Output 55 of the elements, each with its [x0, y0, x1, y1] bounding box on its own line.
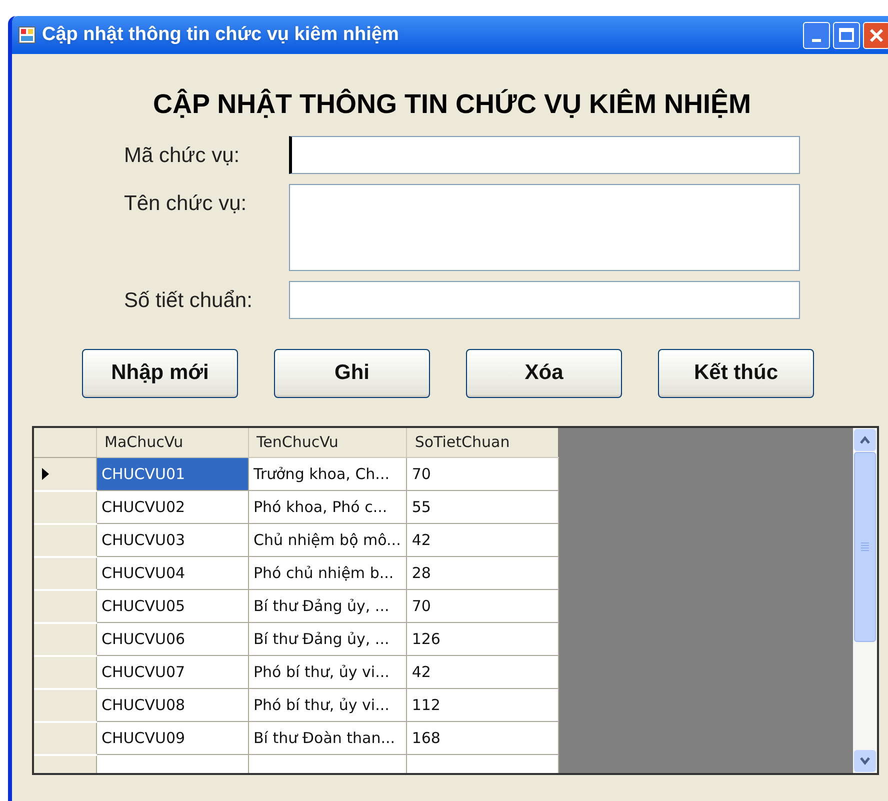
form-button[interactable]: Xóa [466, 348, 622, 398]
field-label: Số tiết chuẩn: [124, 288, 254, 314]
table-cell[interactable]: 28 [406, 556, 558, 590]
input-field[interactable] [289, 184, 800, 270]
table-cell[interactable]: 42 [406, 656, 558, 688]
table-cell[interactable]: Trưởng khoa, Ch... [248, 458, 406, 490]
table-cell[interactable]: CHUCVU08 [96, 688, 248, 722]
scroll-down-button[interactable] [854, 750, 876, 772]
table-cell[interactable]: CHUCVU07 [96, 656, 248, 688]
field-label: Mã chức vụ: [124, 142, 241, 168]
maximize-button[interactable] [833, 22, 860, 48]
table-cell[interactable]: 112 [406, 688, 558, 722]
table-cell[interactable]: Bí thư Đoàn than... [248, 722, 406, 754]
scroll-up-button[interactable] [854, 428, 876, 450]
table-cell[interactable]: CHUCVU05 [96, 590, 248, 622]
table-cell[interactable]: CHUCVU03 [96, 524, 248, 556]
close-icon [869, 28, 884, 42]
form-heading: CẬP NHẬT THÔNG TIN CHỨC VỤ KIÊM NHIỆM [152, 88, 752, 121]
table-cell[interactable]: Chủ nhiệm bộ mô... [248, 524, 406, 556]
row-header[interactable] [34, 458, 96, 490]
scroll-thumb[interactable] [854, 452, 876, 642]
app-icon [18, 26, 36, 44]
table-cell[interactable]: Phó khoa, Phó c... [248, 490, 406, 524]
chevron-down-icon [859, 756, 871, 764]
input-field[interactable] [289, 136, 800, 174]
chevron-up-icon [859, 436, 871, 444]
form-button[interactable]: Kết thúc [658, 348, 814, 398]
table-cell[interactable]: Phó bí thư, ủy vi... [248, 688, 406, 722]
form-button[interactable]: Ghi [274, 348, 430, 398]
table-cell[interactable]: CHUCVU09 [96, 722, 248, 754]
table-cell[interactable]: Phó chủ nhiệm b... [248, 556, 406, 590]
table-cell[interactable]: 55 [406, 490, 558, 524]
table-cell[interactable]: CHUCVU01 [96, 458, 248, 490]
table-cell[interactable]: 168 [406, 722, 558, 754]
vertical-scrollbar[interactable] [853, 428, 877, 772]
table-cell[interactable]: CHUCVU06 [96, 622, 248, 656]
table-cell[interactable]: Bí thư Đảng ủy, ... [248, 590, 406, 622]
input-field[interactable] [289, 280, 800, 318]
window-title: Cập nhật thông tin chức vụ kiêm nhiệm [42, 22, 400, 47]
minimize-button[interactable] [803, 22, 830, 48]
form-button[interactable]: Nhập mới [82, 348, 238, 398]
table-cell[interactable]: 70 [406, 458, 558, 490]
close-button[interactable] [863, 22, 888, 48]
table-cell[interactable]: Phó bí thư, ủy vi... [248, 656, 406, 688]
table-cell[interactable]: CHUCVU04 [96, 556, 248, 590]
table-cell[interactable]: CHUCVU02 [96, 490, 248, 524]
table-cell[interactable]: 70 [406, 590, 558, 622]
current-row-icon [42, 468, 50, 480]
column-header[interactable]: SoTietChuan [406, 428, 558, 458]
column-header[interactable]: TenChucVu [248, 428, 406, 458]
field-label: Tên chức vụ: [124, 190, 248, 216]
table-cell[interactable]: Bí thư Đảng ủy, ... [248, 622, 406, 656]
table-cell[interactable]: 42 [406, 524, 558, 556]
table-cell[interactable]: 126 [406, 622, 558, 656]
column-header[interactable]: MaChucVu [96, 428, 248, 458]
